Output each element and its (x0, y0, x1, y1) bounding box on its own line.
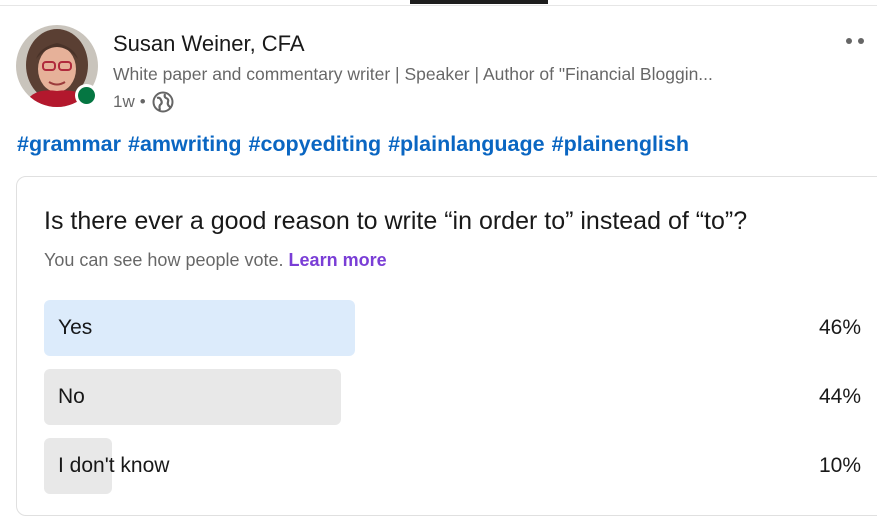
more-options-button[interactable] (846, 32, 876, 50)
learn-more-link[interactable]: Learn more (289, 250, 387, 270)
hashtag-link[interactable]: #copyediting (248, 132, 381, 156)
active-tab-indicator (410, 0, 548, 4)
hashtag-link[interactable]: #amwriting (128, 132, 242, 156)
meta-separator: • (139, 92, 146, 111)
poll-option-no[interactable]: No 44% (44, 369, 864, 425)
post-time: 1w (113, 92, 135, 111)
hashtag-link[interactable]: #plainlanguage (388, 132, 545, 156)
poll-question: Is there ever a good reason to write “in… (44, 207, 748, 235)
option-label: No (58, 385, 85, 408)
poll-option-yes[interactable]: Yes 46% (44, 300, 864, 356)
author-headline: White paper and commentary writer | Spea… (113, 64, 713, 84)
poll-visibility-note: You can see how people vote. Learn more (44, 250, 387, 271)
hashtag-link[interactable]: #plainenglish (552, 132, 689, 156)
visibility-note-text: You can see how people vote. (44, 250, 284, 270)
globe-icon (151, 90, 175, 114)
option-label: Yes (58, 316, 93, 339)
option-percent: 44% (818, 385, 861, 408)
hashtag-list: #grammar #amwriting #copyediting #plainlang… (17, 132, 696, 157)
hashtag-link[interactable]: #grammar (17, 132, 121, 156)
post-meta: 1w • (113, 90, 175, 114)
poll-option-dont-know[interactable]: I don't know 10% (44, 438, 864, 494)
online-status-icon (75, 84, 98, 107)
option-percent: 10% (818, 454, 861, 477)
result-bar (44, 369, 341, 425)
option-label: I don't know (58, 454, 170, 477)
option-percent: 46% (818, 316, 861, 339)
more-dots-icon (846, 38, 852, 44)
author-name[interactable]: Susan Weiner, CFA (113, 31, 305, 57)
